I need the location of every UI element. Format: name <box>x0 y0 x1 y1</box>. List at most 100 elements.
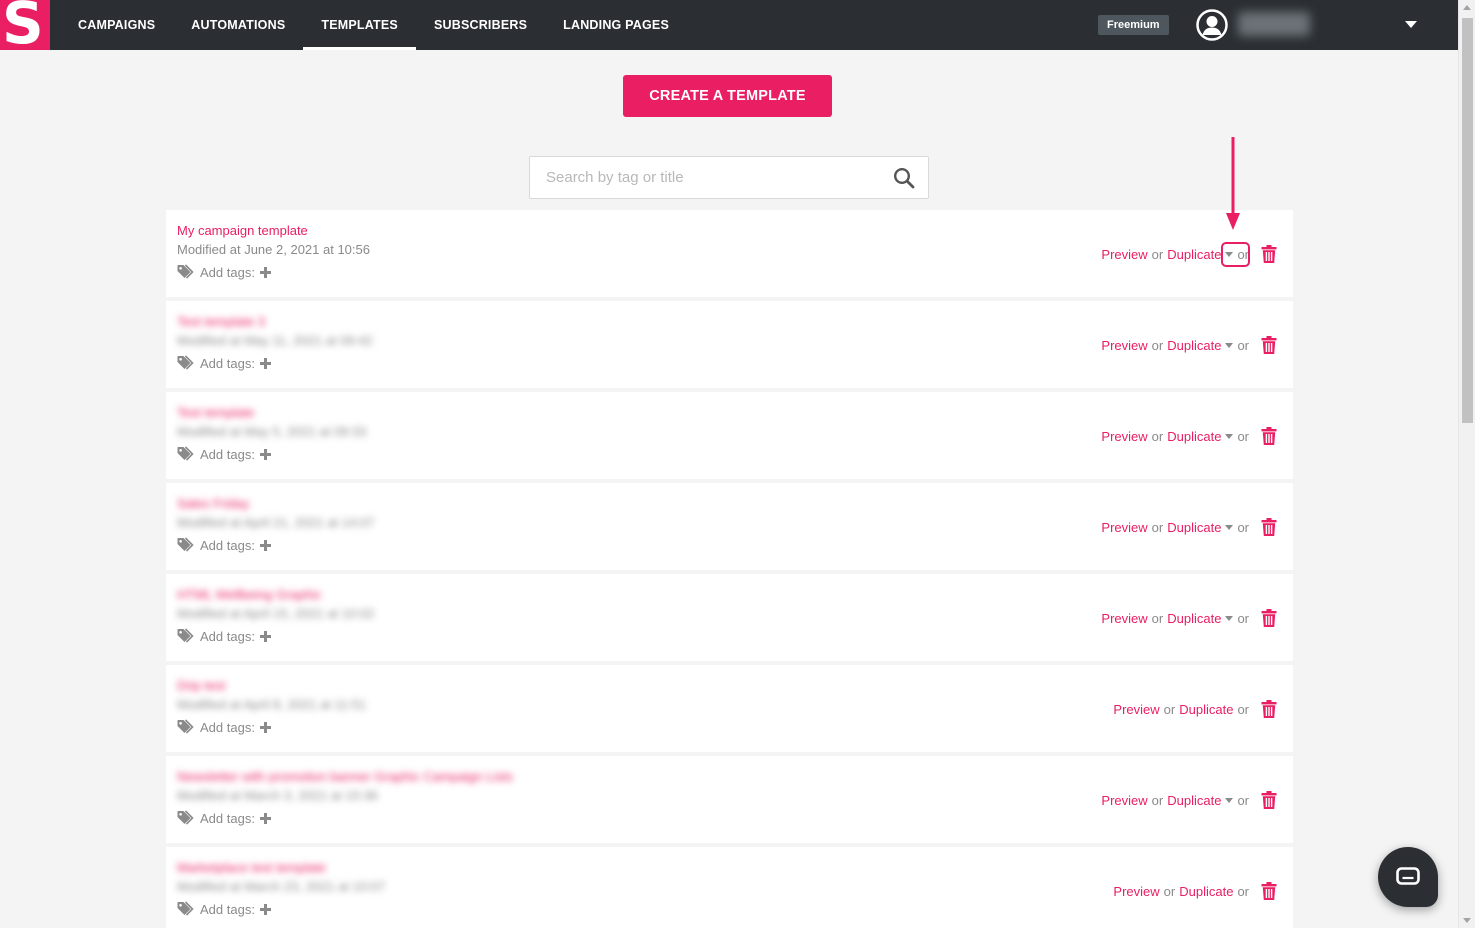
duplicate-link[interactable]: Duplicate <box>1167 611 1221 626</box>
or-separator: or <box>1163 701 1176 717</box>
plus-icon[interactable] <box>259 539 271 551</box>
plus-icon[interactable] <box>259 448 271 460</box>
or-separator: or <box>1237 610 1249 626</box>
duplicate-dropdown-icon[interactable] <box>1225 797 1234 803</box>
or-separator: or <box>1237 701 1249 717</box>
duplicate-link[interactable]: Duplicate <box>1167 247 1221 262</box>
nav-subscribers[interactable]: SUBSCRIBERS <box>416 0 545 50</box>
template-title[interactable]: Marketplace test template <box>177 860 326 875</box>
template-actions: Preview or Duplicate or <box>1101 245 1277 263</box>
or-separator: or <box>1151 428 1164 444</box>
search-icon[interactable] <box>893 167 915 189</box>
preview-link[interactable]: Preview <box>1113 884 1159 899</box>
user-name-redacted[interactable] <box>1238 12 1310 36</box>
trash-icon[interactable] <box>1261 245 1277 263</box>
preview-link[interactable]: Preview <box>1101 793 1147 808</box>
annotation-highlight-box <box>1221 242 1250 267</box>
search-input[interactable] <box>530 157 880 198</box>
template-modified-date: Modified at April 8, 2021 at 11:51 <box>177 697 367 712</box>
template-title[interactable]: HTML Wellbeing Graphic <box>177 587 322 602</box>
template-row: Test template Modified at May 5, 2021 at… <box>166 392 1293 479</box>
duplicate-link[interactable]: Duplicate <box>1167 793 1221 808</box>
tags-icon <box>177 355 194 370</box>
page-scrollbar[interactable] <box>1458 0 1475 928</box>
template-title[interactable]: Newsletter with promotion banner Graphic… <box>177 769 513 784</box>
preview-link[interactable]: Preview <box>1101 520 1147 535</box>
annotation-arrow-icon <box>1226 137 1240 230</box>
or-separator: or <box>1237 428 1249 444</box>
plus-icon[interactable] <box>259 266 271 278</box>
trash-icon[interactable] <box>1261 609 1277 627</box>
or-separator: or <box>1237 883 1249 899</box>
template-actions: Preview or Duplicate or <box>1101 427 1277 445</box>
template-title[interactable]: Drip test <box>177 678 225 693</box>
duplicate-link[interactable]: Duplicate <box>1167 520 1221 535</box>
template-actions: Preview or Duplicate or <box>1101 518 1277 536</box>
plus-icon[interactable] <box>259 903 271 915</box>
duplicate-link[interactable]: Duplicate <box>1167 429 1221 444</box>
app-logo[interactable]: S <box>0 0 50 50</box>
duplicate-link[interactable]: Duplicate <box>1179 702 1233 717</box>
template-tags: Add tags: <box>177 900 271 918</box>
preview-link[interactable]: Preview <box>1101 611 1147 626</box>
add-tags-label: Add tags: <box>200 264 255 280</box>
preview-link[interactable]: Preview <box>1101 429 1147 444</box>
template-modified-date: Modified at May 5, 2021 at 09:33 <box>177 424 367 439</box>
create-template-button[interactable]: CREATE A TEMPLATE <box>623 75 832 117</box>
template-modified-date: Modified at May 11, 2021 at 09:42 <box>177 333 373 348</box>
tags-icon <box>177 446 194 461</box>
nav-automations[interactable]: AUTOMATIONS <box>173 0 303 50</box>
duplicate-dropdown-icon[interactable] <box>1225 342 1234 348</box>
template-row: Test template 3 Modified at May 11, 2021… <box>166 301 1293 388</box>
template-tags: Add tags: <box>177 354 271 372</box>
user-circle-icon[interactable] <box>1196 9 1228 41</box>
template-tags: Add tags: <box>177 809 271 827</box>
template-row: My campaign template Modified at June 2,… <box>166 210 1293 297</box>
template-modified-date: Modified at April 21, 2021 at 14:07 <box>177 515 375 530</box>
scroll-down-arrow-icon[interactable] <box>1463 918 1471 923</box>
chat-icon <box>1396 867 1420 885</box>
template-title[interactable]: Test template <box>177 405 254 420</box>
add-tags-label: Add tags: <box>200 901 255 917</box>
add-tags-label: Add tags: <box>200 628 255 644</box>
add-tags-label: Add tags: <box>200 355 255 371</box>
duplicate-link[interactable]: Duplicate <box>1167 338 1221 353</box>
template-title[interactable]: Sales Friday <box>177 496 249 511</box>
plus-icon[interactable] <box>259 721 271 733</box>
scrollbar-thumb[interactable] <box>1462 18 1473 423</box>
add-tags-label: Add tags: <box>200 810 255 826</box>
chat-widget-button[interactable] <box>1378 847 1438 907</box>
tags-icon <box>177 719 194 734</box>
tags-icon <box>177 537 194 552</box>
trash-icon[interactable] <box>1261 700 1277 718</box>
plus-icon[interactable] <box>259 357 271 369</box>
template-title[interactable]: My campaign template <box>177 223 308 238</box>
duplicate-dropdown-icon[interactable] <box>1225 524 1234 530</box>
trash-icon[interactable] <box>1261 791 1277 809</box>
nav-campaigns[interactable]: CAMPAIGNS <box>60 0 173 50</box>
chevron-down-icon[interactable] <box>1405 21 1417 28</box>
template-tags: Add tags: <box>177 445 271 463</box>
template-title[interactable]: Test template 3 <box>177 314 265 329</box>
duplicate-dropdown-icon[interactable] <box>1225 615 1234 621</box>
preview-link[interactable]: Preview <box>1101 247 1147 262</box>
template-modified-date: Modified at April 15, 2021 at 10:02 <box>177 606 375 621</box>
trash-icon[interactable] <box>1261 336 1277 354</box>
preview-link[interactable]: Preview <box>1101 338 1147 353</box>
preview-link[interactable]: Preview <box>1113 702 1159 717</box>
duplicate-dropdown-icon[interactable] <box>1225 433 1234 439</box>
or-separator: or <box>1151 246 1164 262</box>
tags-icon <box>177 810 194 825</box>
trash-icon[interactable] <box>1261 518 1277 536</box>
nav-templates[interactable]: TEMPLATES <box>303 0 416 50</box>
trash-icon[interactable] <box>1261 882 1277 900</box>
plus-icon[interactable] <box>259 812 271 824</box>
plan-badge: Freemium <box>1098 15 1169 35</box>
plus-icon[interactable] <box>259 630 271 642</box>
trash-icon[interactable] <box>1261 427 1277 445</box>
template-modified-date: Modified at June 2, 2021 at 10:56 <box>177 242 370 257</box>
duplicate-link[interactable]: Duplicate <box>1179 884 1233 899</box>
nav-landing-pages[interactable]: LANDING PAGES <box>545 0 687 50</box>
scroll-up-arrow-icon[interactable] <box>1463 5 1471 10</box>
template-actions: Preview or Duplicate or <box>1101 609 1277 627</box>
